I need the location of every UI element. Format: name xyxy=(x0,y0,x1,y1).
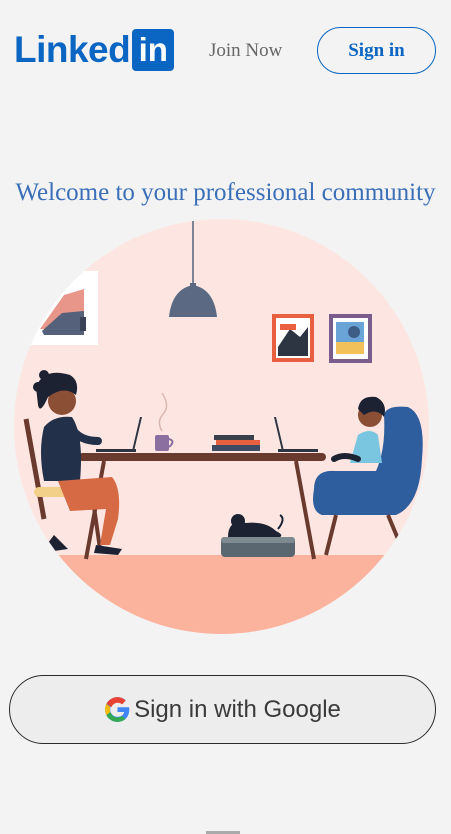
top-nav: Linked in Join Now Sign in xyxy=(0,0,451,100)
join-now-link[interactable]: Join Now xyxy=(209,40,282,62)
google-sign-in-button[interactable]: Sign in with Google xyxy=(9,675,436,744)
google-button-label: Sign in with Google xyxy=(134,695,341,723)
linkedin-logo[interactable]: Linked in xyxy=(14,29,175,71)
community-illustration xyxy=(14,219,429,634)
picture-frame-left xyxy=(272,314,314,362)
logo-wordmark: Linked xyxy=(14,29,131,70)
book-stack xyxy=(212,435,260,451)
google-g-icon xyxy=(105,697,130,722)
picture-frame-right xyxy=(329,314,372,363)
window-art xyxy=(26,271,98,345)
logo-in-box: in xyxy=(132,29,175,71)
sign-in-button[interactable]: Sign in xyxy=(317,27,436,74)
page-title: Welcome to your professional community xyxy=(15,179,436,206)
